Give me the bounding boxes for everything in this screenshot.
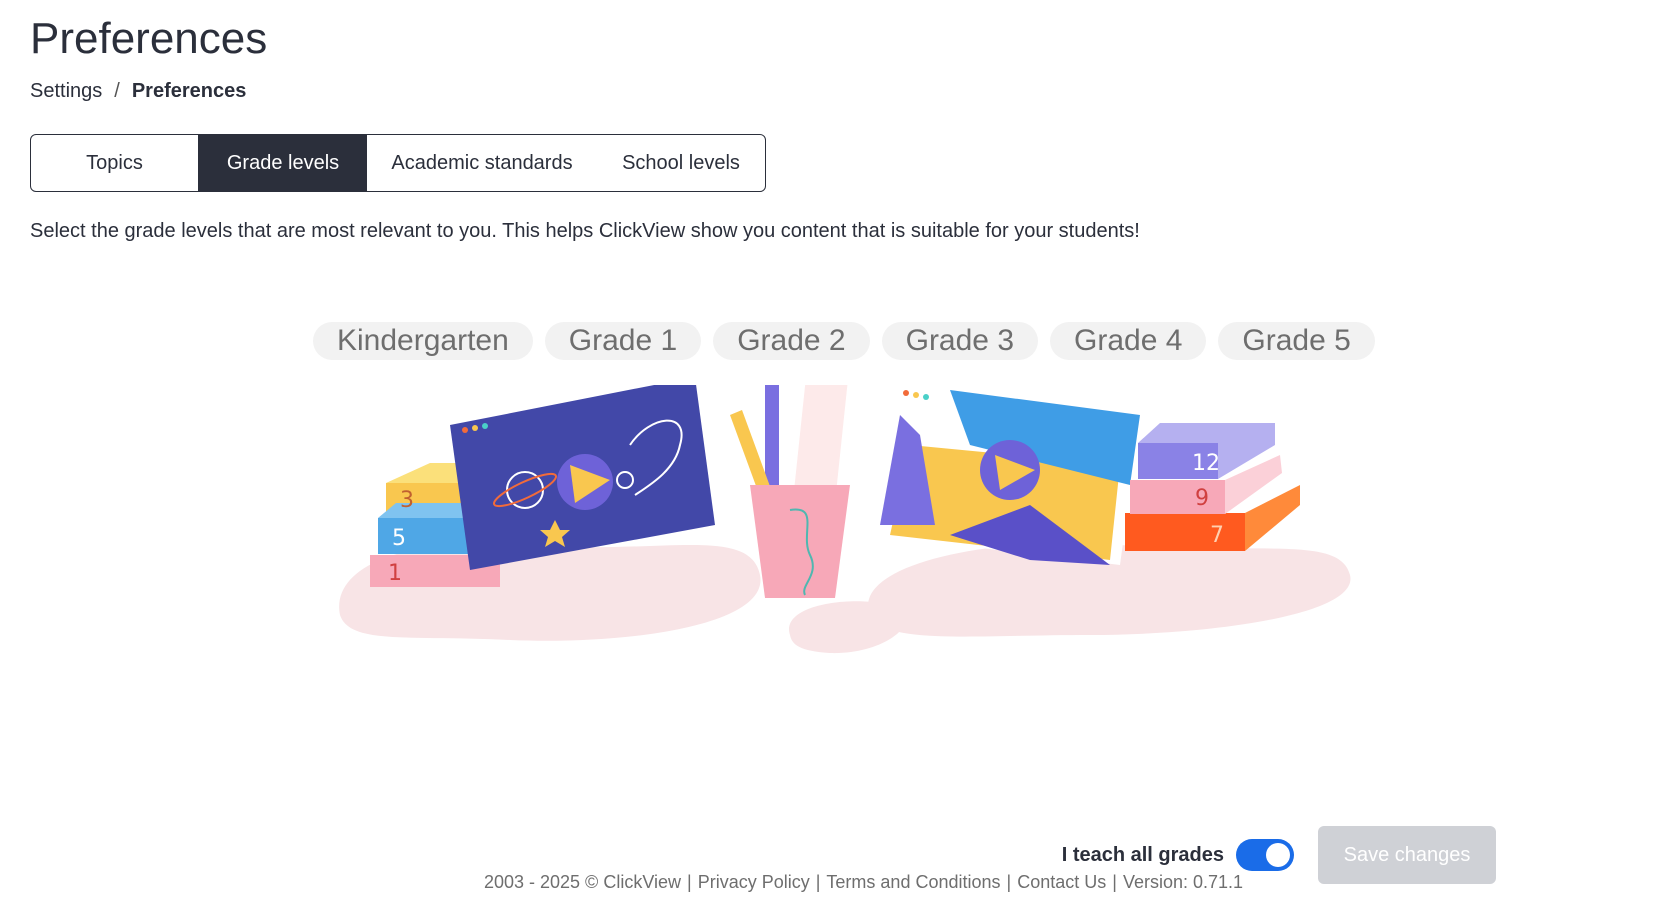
book-number-9: 9 — [1195, 486, 1209, 511]
page-title: Preferences — [30, 14, 268, 63]
grade-pill-grade-4[interactable]: Grade 4 — [1050, 322, 1207, 360]
preferences-tabs: Topics Grade levels Academic standards S… — [30, 134, 766, 192]
breadcrumb-settings-link[interactable]: Settings — [30, 80, 102, 102]
page-footer: 2003 - 2025 © ClickView | Privacy Policy | T… — [0, 872, 1661, 893]
breadcrumb-current: Preferences — [131, 80, 247, 102]
school-supplies-illustration: 3 5 1 12 9 7 — [339, 385, 1351, 654]
tab-grade-levels[interactable]: Grade levels — [199, 135, 367, 191]
version-text: Version: 0.71.1 — [1122, 872, 1244, 892]
tab-academic-standards[interactable]: Academic standards — [367, 135, 597, 191]
footer-divider: | — [815, 872, 821, 892]
right-books-icon: 12 9 7 — [1125, 423, 1300, 551]
tablet-space-icon — [450, 385, 715, 570]
footer-copyright: 2003 - 2025 © ClickView — [483, 872, 682, 892]
footer-divider: | — [1006, 872, 1012, 892]
breadcrumb: Settings / Preferences — [30, 80, 246, 103]
footer-divider: | — [1112, 872, 1117, 892]
contact-us-link[interactable]: Contact Us — [1017, 872, 1106, 892]
grade-level-options: Kindergarten Grade 1 Grade 2 Grade 3 Gra… — [313, 322, 1375, 360]
footer-divider: | — [687, 872, 692, 892]
teach-all-grades-label: I teach all grades — [1061, 843, 1224, 866]
book-number-7: 7 — [1210, 523, 1224, 548]
terms-link[interactable]: Terms and Conditions — [826, 872, 1000, 892]
toggle-knob — [1266, 843, 1290, 867]
book-number-12: 12 — [1192, 451, 1220, 476]
grade-pill-grade-2[interactable]: Grade 2 — [713, 322, 870, 360]
grade-pill-kindergarten[interactable]: Kindergarten — [313, 322, 533, 360]
teach-all-grades-toggle[interactable] — [1236, 839, 1294, 871]
grade-pill-grade-5[interactable]: Grade 5 — [1218, 322, 1375, 360]
grade-pill-grade-3[interactable]: Grade 3 — [881, 322, 1039, 360]
book-number-5: 5 — [392, 526, 406, 551]
tab-topics[interactable]: Topics — [31, 135, 199, 191]
tab-school-levels[interactable]: School levels — [597, 135, 765, 191]
book-number-1: 1 — [388, 561, 402, 586]
grade-levels-description: Select the grade levels that are most re… — [30, 220, 1140, 242]
monitor-landscape-icon — [875, 385, 1140, 565]
privacy-policy-link[interactable]: Privacy Policy — [698, 872, 810, 892]
grade-pill-grade-1[interactable]: Grade 1 — [544, 322, 702, 360]
breadcrumb-separator: / — [114, 80, 120, 102]
book-number-3: 3 — [400, 488, 414, 513]
